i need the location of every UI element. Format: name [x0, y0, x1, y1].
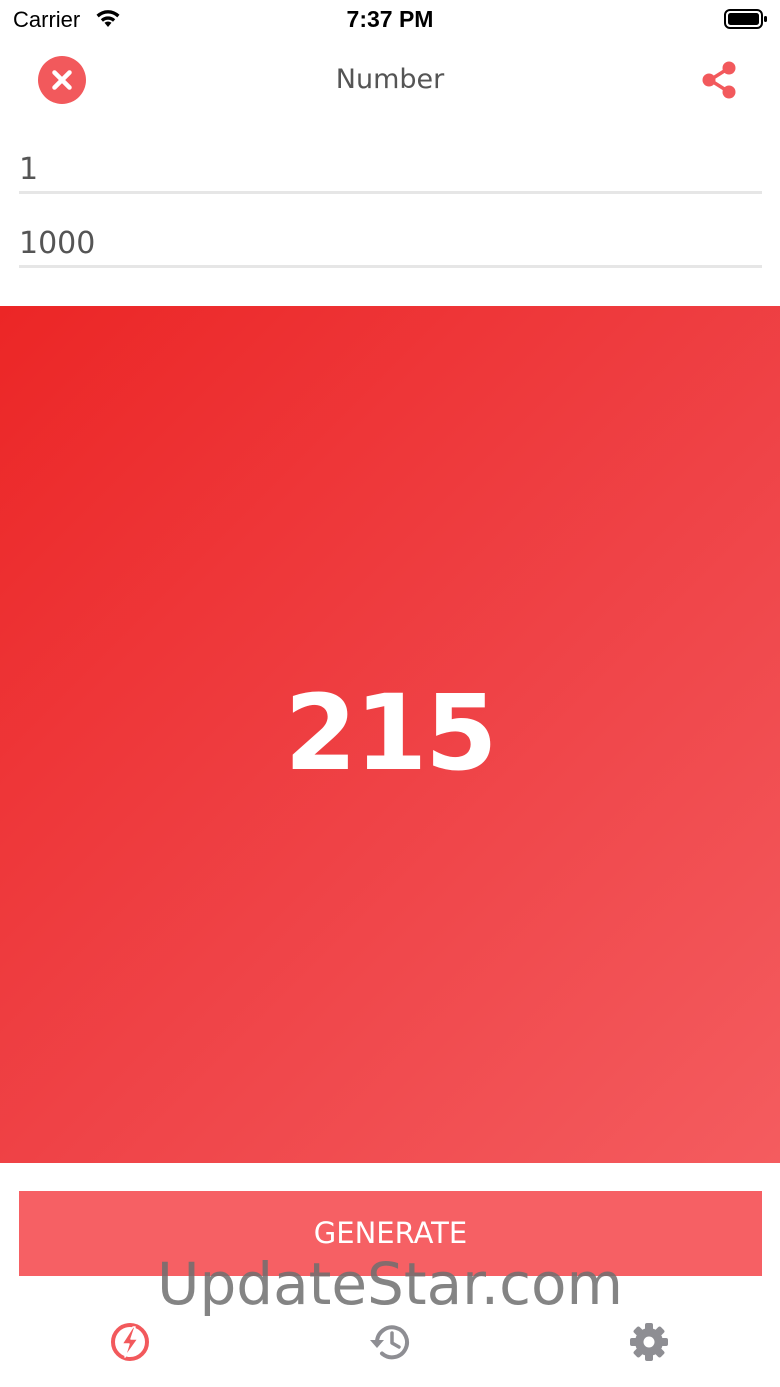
page-title: Number [335, 64, 445, 95]
nav-header: Number [0, 40, 780, 124]
min-value-field[interactable] [19, 148, 762, 194]
battery-icon [724, 9, 767, 29]
history-icon [370, 1325, 409, 1360]
share-button[interactable] [696, 56, 744, 104]
max-value-input[interactable] [19, 222, 762, 265]
generate-button[interactable]: GENERATE [19, 1191, 762, 1276]
max-value-field[interactable] [19, 222, 762, 268]
close-button[interactable] [38, 56, 86, 104]
share-icon [702, 61, 736, 99]
gear-icon [630, 1323, 668, 1361]
tab-settings[interactable] [625, 1318, 673, 1366]
status-bar: Carrier 7:37 PM [0, 0, 780, 40]
tab-bar [0, 1300, 780, 1387]
result-panel: 215 [0, 306, 780, 1163]
tab-history[interactable] [366, 1318, 414, 1366]
lightning-icon [111, 1323, 149, 1361]
clock: 7:37 PM [346, 6, 434, 32]
close-icon [52, 70, 72, 90]
min-value-input[interactable] [19, 148, 762, 191]
result-number: 215 [284, 672, 497, 794]
tab-generate[interactable] [106, 1318, 154, 1366]
